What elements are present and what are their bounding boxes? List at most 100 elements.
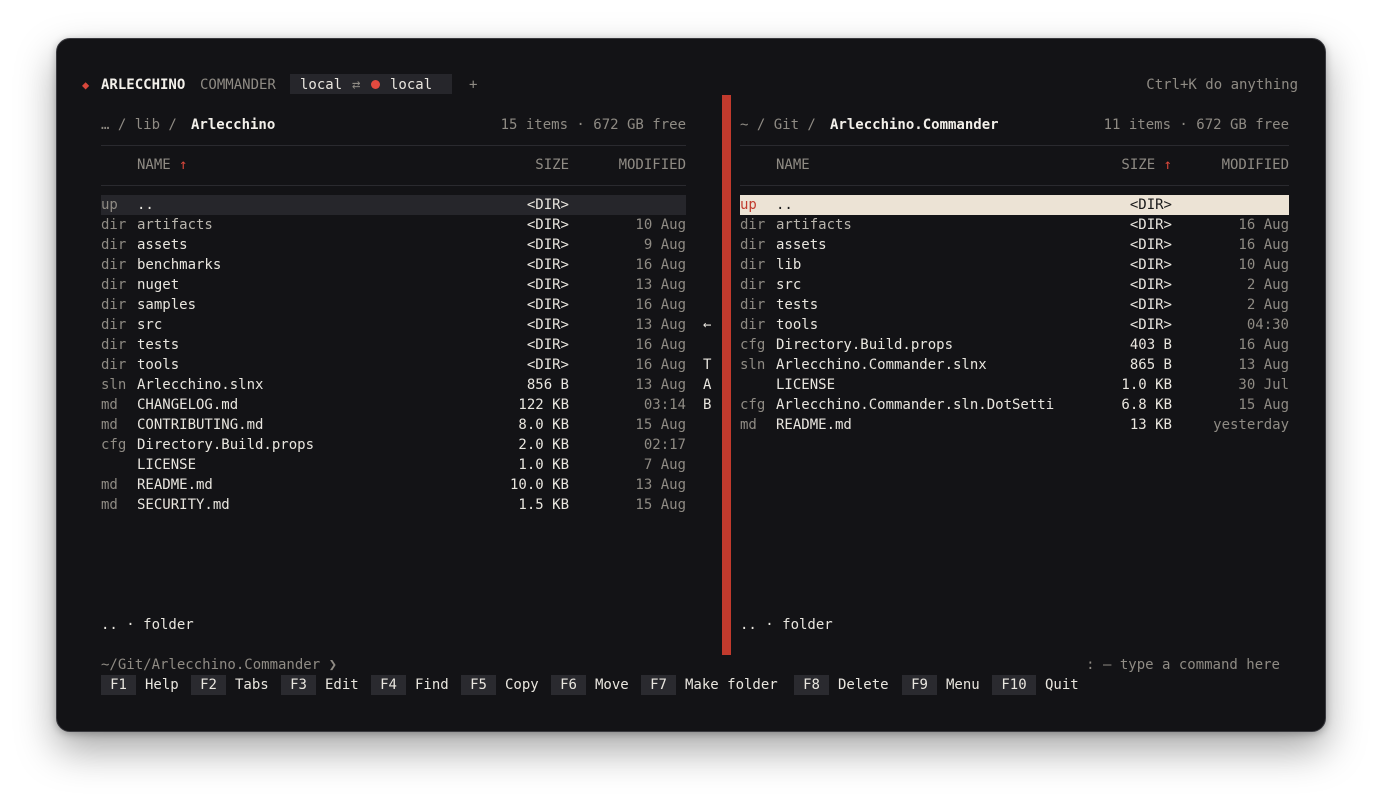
file-type-tag: dir bbox=[740, 277, 766, 293]
right-col-modified[interactable]: MODIFIED bbox=[1222, 155, 1289, 175]
right-breadcrumb[interactable]: ~ / Git / bbox=[740, 115, 824, 135]
function-key-label[interactable]: Tabs bbox=[235, 675, 269, 695]
function-key-label[interactable]: Copy bbox=[505, 675, 539, 695]
function-key-label[interactable]: Make folder bbox=[685, 675, 778, 695]
function-key-label[interactable]: Help bbox=[145, 675, 179, 695]
file-row[interactable]: cfg Arlecchino.Commander.sln.DotSetti 6.8 … bbox=[740, 395, 1289, 415]
file-size: <DIR> bbox=[1129, 237, 1172, 253]
file-name: README.md bbox=[137, 477, 213, 493]
function-key-label[interactable]: Move bbox=[595, 675, 629, 695]
function-key-label[interactable]: Menu bbox=[946, 675, 980, 695]
file-row[interactable]: dir lib <DIR> 10 Aug bbox=[740, 255, 1289, 275]
left-header-divider bbox=[101, 145, 686, 146]
file-row[interactable]: dir tools <DIR> 16 Aug bbox=[101, 355, 686, 375]
gutter-letter-a: A bbox=[703, 377, 712, 393]
file-row[interactable]: up.. <DIR> bbox=[101, 195, 686, 215]
left-status: .. · folder bbox=[101, 617, 194, 633]
function-key-f4[interactable]: F4 bbox=[371, 675, 406, 695]
file-row[interactable]: dir src <DIR> 13 Aug bbox=[101, 315, 686, 335]
file-modified: 10 Aug bbox=[635, 217, 686, 233]
swap-icon: ⇄ bbox=[352, 77, 361, 93]
file-modified: 9 Aug bbox=[643, 237, 686, 253]
function-key-f5[interactable]: F5 bbox=[461, 675, 496, 695]
function-key-f6[interactable]: F6 bbox=[551, 675, 586, 695]
file-row[interactable]: LICENSE 1.0 KB 30 Jul bbox=[740, 375, 1289, 395]
command-palette-hint[interactable]: Ctrl+K do anything bbox=[1146, 75, 1298, 95]
file-row[interactable]: dir artifacts <DIR> 16 Aug bbox=[740, 215, 1289, 235]
file-row[interactable]: dir src <DIR> 2 Aug bbox=[740, 275, 1289, 295]
file-type-tag: dir bbox=[101, 317, 127, 333]
right-breadcrumb-current: Arlecchino.Commander bbox=[830, 117, 999, 133]
file-row[interactable]: dir tests <DIR> 2 Aug bbox=[740, 295, 1289, 315]
right-col-size[interactable]: SIZE ↑ bbox=[1121, 155, 1172, 175]
file-type-tag: dir bbox=[740, 297, 766, 313]
file-row[interactable]: md CONTRIBUTING.md 8.0 KB 15 Aug bbox=[101, 415, 686, 435]
left-col-name-label: NAME bbox=[137, 157, 171, 173]
function-key-f2[interactable]: F2 bbox=[191, 675, 226, 695]
command-prompt[interactable]: ~/Git/Arlecchino.Commander ❯ bbox=[101, 655, 337, 675]
file-row[interactable]: cfg Directory.Build.props 403 B 16 Aug bbox=[740, 335, 1289, 355]
file-row[interactable]: md SECURITY.md 1.5 KB 15 Aug bbox=[101, 495, 686, 515]
left-col-size[interactable]: SIZE bbox=[535, 155, 569, 175]
left-breadcrumb[interactable]: … / lib / bbox=[101, 115, 185, 135]
file-name: CONTRIBUTING.md bbox=[137, 417, 264, 433]
file-size: <DIR> bbox=[526, 337, 569, 353]
function-key-label[interactable]: Edit bbox=[325, 675, 359, 695]
file-size: <DIR> bbox=[526, 257, 569, 273]
file-type-tag: dir bbox=[101, 217, 127, 233]
function-key-f10[interactable]: F10 bbox=[992, 675, 1036, 695]
function-key-f9[interactable]: F9 bbox=[902, 675, 937, 695]
function-key-f3[interactable]: F3 bbox=[281, 675, 316, 695]
file-modified: 16 Aug bbox=[1238, 237, 1289, 253]
file-row[interactable]: LICENSE 1.0 KB 7 Aug bbox=[101, 455, 686, 475]
file-row[interactable]: dir assets <DIR> 16 Aug bbox=[740, 235, 1289, 255]
file-row[interactable]: sln Arlecchino.slnx 856 B 13 Aug bbox=[101, 375, 686, 395]
function-key-f8[interactable]: F8 bbox=[794, 675, 829, 695]
file-size: 8.0 KB bbox=[518, 417, 569, 433]
file-row[interactable]: dir assets <DIR> 9 Aug bbox=[101, 235, 686, 255]
file-size: 10.0 KB bbox=[509, 477, 569, 493]
file-row[interactable]: dir nuget <DIR> 13 Aug bbox=[101, 275, 686, 295]
function-key-label[interactable]: Quit bbox=[1045, 675, 1079, 695]
function-key-f1[interactable]: F1 bbox=[101, 675, 136, 695]
file-type-tag: dir bbox=[740, 317, 766, 333]
function-key-label[interactable]: Find bbox=[415, 675, 449, 695]
file-type-tag: md bbox=[101, 497, 118, 513]
file-row[interactable]: dir artifacts <DIR> 10 Aug bbox=[101, 215, 686, 235]
function-key-f7[interactable]: F7 bbox=[641, 675, 676, 695]
file-row[interactable]: up.. <DIR> bbox=[740, 195, 1289, 215]
command-hint[interactable]: : — type a command here bbox=[1086, 655, 1280, 675]
add-tab-button[interactable]: + bbox=[469, 75, 477, 95]
file-row[interactable]: dir benchmarks <DIR> 16 Aug bbox=[101, 255, 686, 275]
function-key-label[interactable]: Delete bbox=[838, 675, 889, 695]
file-name: tools bbox=[137, 357, 180, 373]
file-row[interactable]: dir tests <DIR> 16 Aug bbox=[101, 335, 686, 355]
file-row[interactable]: md README.md 10.0 KB 13 Aug bbox=[101, 475, 686, 495]
file-type-tag: dir bbox=[101, 237, 127, 253]
file-modified: 13 Aug bbox=[635, 377, 686, 393]
file-row[interactable]: md README.md 13 KB yesterday bbox=[740, 415, 1289, 435]
file-row[interactable]: md CHANGELOG.md 122 KB 03:14 bbox=[101, 395, 686, 415]
file-row[interactable]: dir samples <DIR> 16 Aug bbox=[101, 295, 686, 315]
right-col-name[interactable]: NAME bbox=[776, 155, 810, 175]
file-type-tag: cfg bbox=[740, 337, 766, 353]
active-panel-divider[interactable] bbox=[722, 95, 731, 655]
tab-left-location: local bbox=[300, 77, 343, 93]
status-dot-icon bbox=[371, 75, 380, 95]
file-size: <DIR> bbox=[526, 277, 569, 293]
file-row[interactable]: sln Arlecchino.Commander.slnx 865 B 13 Aug bbox=[740, 355, 1289, 375]
left-col-name[interactable]: NAME ↑ bbox=[137, 155, 188, 175]
left-col-modified[interactable]: MODIFIED bbox=[619, 155, 686, 175]
file-type-tag: up bbox=[740, 197, 757, 213]
file-modified: 15 Aug bbox=[635, 417, 686, 433]
file-row[interactable]: cfg Directory.Build.props 2.0 KB 02:17 bbox=[101, 435, 686, 455]
file-row[interactable]: dir tools <DIR> 04:30 bbox=[740, 315, 1289, 335]
file-size: 2.0 KB bbox=[518, 437, 569, 453]
file-name: Arlecchino.Commander.slnx bbox=[776, 357, 987, 373]
file-size: <DIR> bbox=[1129, 277, 1172, 293]
file-type-tag: cfg bbox=[740, 397, 766, 413]
file-type-tag: md bbox=[101, 417, 118, 433]
file-type-tag: dir bbox=[101, 277, 127, 293]
file-size: <DIR> bbox=[1129, 257, 1172, 273]
file-name: src bbox=[137, 317, 163, 333]
